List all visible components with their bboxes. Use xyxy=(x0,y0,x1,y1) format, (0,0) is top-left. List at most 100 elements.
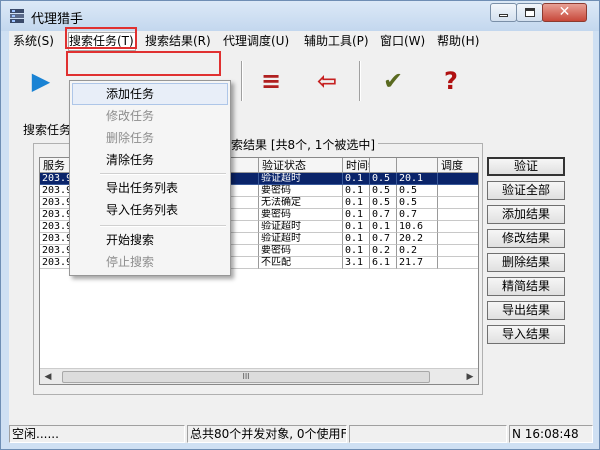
table-cell: 0.7 xyxy=(370,233,397,245)
horizontal-scrollbar[interactable]: ◀ III ▶ xyxy=(40,368,478,384)
report-icon: ≡ xyxy=(260,67,282,95)
side-button[interactable]: 精简结果 xyxy=(487,277,565,296)
table-cell xyxy=(438,245,478,257)
maximize-icon xyxy=(525,8,535,17)
app-logo-icon xyxy=(9,8,25,24)
table-cell: 要密码 xyxy=(259,245,343,257)
table-cell xyxy=(438,173,478,185)
tool-verify-button[interactable]: ✔ xyxy=(371,61,415,101)
table-cell: 0.1 xyxy=(343,221,370,233)
status-state: 空闲...... xyxy=(9,425,185,443)
menu-system[interactable]: 系统(S) xyxy=(13,33,54,50)
dropdown-item[interactable]: 导入任务列表 xyxy=(72,199,228,221)
side-button[interactable]: 添加结果 xyxy=(487,205,565,224)
table-cell: 21.7 xyxy=(397,257,438,269)
table-cell: 验证超时 xyxy=(259,221,343,233)
play-icon: ▶ xyxy=(31,67,51,95)
column-header[interactable]: 验证状态 xyxy=(259,158,343,173)
table-cell xyxy=(438,221,478,233)
table-cell: 0.5 xyxy=(397,185,438,197)
table-cell: 验证超时 xyxy=(259,233,343,245)
table-cell: 20.1 xyxy=(397,173,438,185)
table-cell: 0.2 xyxy=(370,245,397,257)
dropdown-item[interactable]: 删除任务 xyxy=(72,127,228,149)
table-cell: 0.1 xyxy=(343,185,370,197)
tool-export-button[interactable]: ⇦ xyxy=(305,61,349,101)
table-cell: 要密码 xyxy=(259,185,343,197)
table-cell: 0.1 xyxy=(370,221,397,233)
window-title: 代理猎手 xyxy=(31,12,84,27)
table-cell: 0.7 xyxy=(370,209,397,221)
table-cell: 0.5 xyxy=(370,197,397,209)
status-concurrency: 总共80个并发对象, 0个使用F xyxy=(187,425,347,443)
table-cell: 要密码 xyxy=(259,209,343,221)
tool-start-button[interactable]: ▶ xyxy=(19,61,63,101)
table-cell: 20.2 xyxy=(397,233,438,245)
app-window: 代理猎手 ✕ 系统(S) 搜索任务(T) 搜索结果(R) 代理调度(U) 辅助工… xyxy=(0,0,600,450)
side-button[interactable]: 导入结果 xyxy=(487,325,565,344)
dropdown-item[interactable]: 修改任务 xyxy=(72,105,228,127)
dropdown-item[interactable]: 导出任务列表 xyxy=(72,177,228,199)
export-icon: ⇦ xyxy=(316,67,338,95)
side-button[interactable]: 删除结果 xyxy=(487,253,565,272)
table-cell: 0.1 xyxy=(343,233,370,245)
menu-proxy-scheduling[interactable]: 代理调度(U) xyxy=(223,33,289,50)
menu-highlight-box xyxy=(65,27,137,49)
table-cell: 0.5 xyxy=(370,173,397,185)
verify-tool-icon: ✔ xyxy=(382,67,404,95)
side-button[interactable]: 验证 xyxy=(487,157,565,176)
menu-window[interactable]: 窗口(W) xyxy=(380,33,425,50)
dropdown-item[interactable]: 添加任务 xyxy=(72,83,228,105)
scroll-left-icon[interactable]: ◀ xyxy=(40,369,56,384)
table-cell xyxy=(438,233,478,245)
help-icon: ? xyxy=(444,67,458,95)
table-cell xyxy=(438,257,478,269)
column-header[interactable]: 调度 xyxy=(438,158,478,173)
table-cell: 0.1 xyxy=(343,245,370,257)
close-icon: ✕ xyxy=(558,4,571,20)
tool-help-button[interactable]: ? xyxy=(429,61,473,101)
minimize-icon xyxy=(499,14,508,17)
add-task-highlight-box xyxy=(66,51,221,76)
table-cell: 验证超时 xyxy=(259,173,343,185)
maximize-button[interactable] xyxy=(516,3,543,22)
table-cell: 0.7 xyxy=(397,209,438,221)
side-button[interactable]: 修改结果 xyxy=(487,229,565,248)
dropdown-item[interactable]: 开始搜索 xyxy=(72,229,228,251)
client-area: 系统(S) 搜索任务(T) 搜索结果(R) 代理调度(U) 辅助工具(P) 窗口… xyxy=(9,27,593,443)
search-tasks-label: 搜索任务 xyxy=(23,123,72,137)
table-cell: 0.1 xyxy=(343,197,370,209)
menu-tools[interactable]: 辅助工具(P) xyxy=(304,33,369,50)
status-bar: 空闲...... 总共80个并发对象, 0个使用F N 16:08:48 xyxy=(9,425,593,443)
side-button[interactable]: 导出结果 xyxy=(487,301,565,320)
scroll-right-icon[interactable]: ▶ xyxy=(462,369,478,384)
table-cell: 无法确定 xyxy=(259,197,343,209)
status-empty xyxy=(349,425,507,443)
dropdown-separator xyxy=(100,173,226,175)
dropdown-item[interactable]: 清除任务 xyxy=(72,149,228,171)
status-clock: N 16:08:48 xyxy=(509,425,593,443)
tool-report-button[interactable]: ≡ xyxy=(249,61,293,101)
menu-search-results[interactable]: 搜索结果(R) xyxy=(145,33,211,50)
column-header[interactable] xyxy=(397,158,438,173)
side-button[interactable]: 验证全部 xyxy=(487,181,565,200)
column-header[interactable] xyxy=(370,158,397,173)
menu-help[interactable]: 帮助(H) xyxy=(437,33,479,50)
table-cell: 0.5 xyxy=(370,185,397,197)
minimize-button[interactable] xyxy=(490,3,517,22)
table-cell: 10.6 xyxy=(397,221,438,233)
toolbar-separator xyxy=(359,61,361,101)
search-tasks-dropdown: 添加任务 修改任务 删除任务 清除任务导出任务列表 导入任务列表 开始搜索 停止搜索 xyxy=(69,80,231,276)
dropdown-separator xyxy=(100,225,226,227)
column-header[interactable]: 时间特性 xyxy=(343,158,370,173)
table-cell: 0.1 xyxy=(343,209,370,221)
table-cell: 0.5 xyxy=(397,197,438,209)
table-cell xyxy=(438,185,478,197)
table-cell: 0.1 xyxy=(343,173,370,185)
scroll-thumb[interactable]: III xyxy=(62,371,430,383)
toolbar-separator xyxy=(241,61,243,101)
table-cell: 6.1 xyxy=(370,257,397,269)
close-button[interactable]: ✕ xyxy=(542,3,587,22)
table-cell: 不匹配 xyxy=(259,257,343,269)
dropdown-item[interactable]: 停止搜索 xyxy=(72,251,228,273)
